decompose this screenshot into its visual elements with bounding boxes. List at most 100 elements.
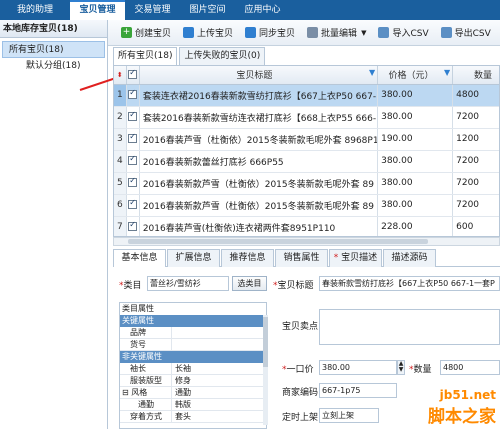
table-row[interactable]: 5 2016春装新款芦雪（杜衡依）2015冬装新款毛呢外套 89 380.00 … (114, 172, 499, 195)
attribute-key: ⊟ 风格 (120, 387, 172, 398)
attribute-value: 长袖 (175, 364, 191, 373)
row-checkbox[interactable] (128, 198, 138, 209)
upload-item-button[interactable]: 上传宝贝 (178, 23, 238, 43)
attribute-row[interactable]: 品牌 (120, 327, 266, 339)
attribute-row[interactable]: 服装版型 修身 (120, 375, 266, 387)
tab-recommend-info[interactable]: 推荐信息 (221, 249, 274, 267)
item-subtabs: 所有宝贝(18) 上传失败的宝贝(0) (113, 47, 267, 65)
table-horizontal-scrollbar[interactable] (113, 237, 500, 246)
create-item-button[interactable]: + 创建宝贝 (116, 23, 176, 43)
table-row[interactable]: 7 2016春装芦雪(杜衡依)连衣裙两件套8951P110 228.00 600 (114, 216, 499, 236)
export-csv-button[interactable]: 导出CSV (436, 23, 496, 43)
cell-quantity: 1200 (452, 128, 499, 151)
tab-trade-management[interactable]: 交易管理 (125, 0, 180, 20)
tab-all-items[interactable]: 所有宝贝(18) (113, 47, 178, 65)
tab-failed-uploads[interactable]: 上传失败的宝贝(0) (179, 47, 266, 65)
select-all-checkbox-header[interactable] (126, 66, 140, 85)
row-checkbox[interactable] (128, 176, 138, 187)
scheduled-listing-select[interactable]: 立刻上架 (319, 408, 379, 423)
column-title-label: 宝贝标题 (236, 71, 273, 82)
select-all-checkbox[interactable] (128, 68, 138, 79)
attribute-key: 货号 (120, 339, 172, 350)
column-header-price[interactable]: 价格（元） ▼ (377, 66, 454, 85)
table-row[interactable]: 2 套装2016春装新款雪纺连衣裙打底衫【668上衣P55 666-1— 380… (114, 106, 499, 129)
cell-price: 190.00 (377, 128, 454, 151)
cell-title: 2016春装芦雪（杜衡依）2015冬装新款毛呢外套 8968P1 (139, 128, 379, 151)
cell-quantity: 7200 (452, 172, 499, 195)
tab-image-space[interactable]: 图片空间 (180, 0, 235, 20)
row-number: 5 (114, 172, 127, 195)
attribute-row[interactable]: 货号 (120, 339, 266, 351)
cell-quantity: 7200 (452, 194, 499, 217)
tab-item-description[interactable]: * 宝贝描述 (329, 249, 382, 267)
table-header-row: ⬍ 宝贝标题 ▼ 价格（元） ▼ 数量 (114, 66, 499, 85)
tab-sales-attributes[interactable]: 销售属性 (275, 249, 328, 267)
tab-extended-info[interactable]: 扩展信息 (167, 249, 220, 267)
row-checkbox[interactable] (128, 110, 138, 121)
create-item-label: 创建宝贝 (135, 29, 172, 39)
row-checkbox-cell[interactable] (126, 150, 140, 173)
scrollbar-thumb[interactable] (128, 239, 428, 244)
quantity-label: *数量 (409, 365, 432, 375)
attribute-row[interactable]: 穿着方式 套头 (120, 411, 266, 423)
category-field[interactable]: 蕾丝衫/雪纺衫 (147, 276, 229, 291)
row-number: 6 (114, 194, 127, 217)
attribute-row[interactable]: ⊟ 风格 通勤 (120, 387, 266, 399)
batch-edit-label: 批量编辑 (321, 29, 358, 39)
table-row[interactable]: 6 2016春装新款芦雪（杜衡依）2015冬装新款毛呢外套 89 380.00 … (114, 194, 499, 217)
toolbar: + 创建宝贝 上传宝贝 同步宝贝 批量编辑 ▼ 导入CSV 导出CSV (108, 20, 500, 46)
attributes-scrollbar[interactable] (263, 315, 268, 425)
table-row[interactable]: 3 2016春装芦雪（杜衡依）2015冬装新款毛呢外套 8968P1 190.0… (114, 128, 499, 151)
sync-item-button[interactable]: 同步宝贝 (240, 23, 300, 43)
title-field[interactable]: 春装新款雪纺打底衫【667上衣P50 667-1一套P (319, 276, 500, 291)
filter-icon[interactable]: ▼ (444, 68, 450, 77)
sync-item-label: 同步宝贝 (259, 29, 296, 39)
row-checkbox-cell[interactable] (126, 84, 140, 107)
row-checkbox-cell[interactable] (126, 172, 140, 195)
row-checkbox-cell[interactable] (126, 216, 140, 236)
tab-item-management[interactable]: 宝贝管理 (70, 0, 125, 20)
merchant-code-field[interactable]: 667-1p75 (319, 383, 397, 398)
table-row[interactable]: 1 套装连衣裙2016春装新款雪纺打底衫【667上衣P50 667- 380.0… (114, 84, 499, 107)
price-stepper[interactable]: ▲ ▼ (397, 360, 405, 375)
table-row[interactable]: 4 2016春装新款蕾丝打底衫 666P55 380.00 7200 (114, 150, 499, 173)
watermark-title: 脚本之家 (428, 407, 496, 427)
tab-description-source[interactable]: 描述源码 (383, 249, 436, 267)
category-label: *类目 (119, 281, 142, 291)
row-number: 7 (114, 216, 127, 236)
batch-edit-button[interactable]: 批量编辑 ▼ (302, 23, 371, 43)
row-checkbox-cell[interactable] (126, 128, 140, 151)
selling-point-field[interactable] (319, 309, 500, 345)
row-checkbox[interactable] (128, 88, 138, 99)
row-checkbox-cell[interactable] (126, 106, 140, 129)
row-checkbox-cell[interactable] (126, 194, 140, 217)
cell-title: 2016春装新款芦雪（杜衡依）2015冬装新款毛呢外套 89 (139, 194, 379, 217)
column-header-title[interactable]: 宝贝标题 ▼ (139, 66, 379, 85)
column-quantity-label: 数量 (474, 71, 493, 82)
row-number: 2 (114, 106, 127, 129)
attribute-row[interactable]: 通勤 韩版 (120, 399, 266, 411)
cell-price: 228.00 (377, 216, 454, 236)
cell-title: 套装连衣裙2016春装新款雪纺打底衫【667上衣P50 667- (139, 84, 379, 107)
tab-basic-info[interactable]: 基本信息 (113, 249, 166, 267)
tree-node-all-items[interactable]: 所有宝贝(18) (2, 41, 105, 58)
row-checkbox[interactable] (128, 220, 138, 231)
attribute-row[interactable]: 袖长 长袖 (120, 363, 266, 375)
cell-price: 380.00 (377, 84, 454, 107)
tab-app-center[interactable]: 应用中心 (235, 0, 290, 20)
import-csv-button[interactable]: 导入CSV (373, 23, 433, 43)
cell-quantity: 7200 (452, 106, 499, 129)
row-number: 1 (114, 84, 127, 107)
plus-icon: + (121, 27, 132, 38)
price-field[interactable]: 380.00 (319, 360, 397, 375)
row-checkbox[interactable] (128, 132, 138, 143)
filter-icon[interactable]: ▼ (369, 68, 375, 77)
row-number-header: ⬍ (114, 66, 127, 85)
cell-quantity: 7200 (452, 150, 499, 173)
scrollbar-thumb[interactable] (263, 317, 268, 367)
select-category-button[interactable]: 选类目 (232, 276, 267, 291)
quantity-field[interactable]: 4800 (440, 360, 500, 375)
column-header-quantity[interactable]: 数量 (452, 66, 499, 85)
row-checkbox[interactable] (128, 154, 138, 165)
tab-my-assistant[interactable]: 我的助理 (0, 0, 70, 20)
